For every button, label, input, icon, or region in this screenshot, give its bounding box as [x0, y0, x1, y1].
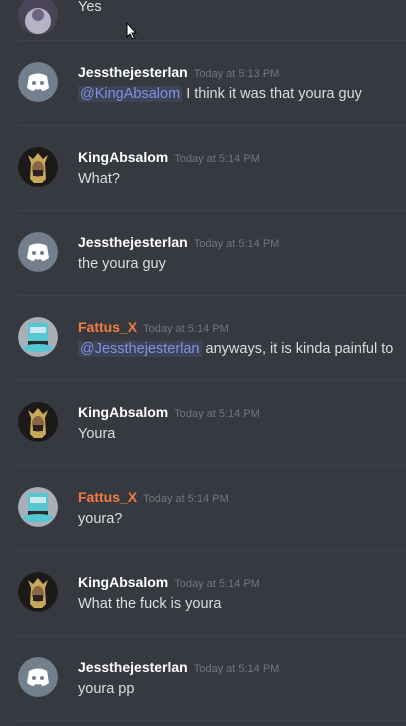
author-name[interactable]: KingAbsalom	[78, 404, 168, 420]
message-content: What the fuck is youra	[78, 596, 221, 612]
author-name[interactable]: Fattus_X	[78, 319, 137, 335]
message-content: youra?	[78, 511, 122, 527]
message-timestamp: Today at 5:14 PM	[143, 323, 229, 335]
message: KingAbsalom Today at 5:14 PM What?	[0, 125, 406, 210]
message-author[interactable]: KingAbsalom Today at 5:14 PM	[78, 574, 260, 590]
message-timestamp: Today at 5:14 PM	[143, 493, 229, 505]
message: KingAbsalom Today at 5:14 PM Youra	[0, 380, 406, 465]
message-text: the youra guy	[78, 256, 166, 272]
message-author[interactable]: Jessthejesterlan Today at 5:13 PM	[78, 64, 279, 80]
mouse-cursor-icon	[126, 22, 138, 40]
author-name[interactable]: Jessthejesterlan	[78, 234, 188, 250]
message-content: the youra guy	[78, 256, 166, 272]
author-name[interactable]: Jessthejesterlan	[78, 659, 188, 675]
message-text: youra pp	[78, 681, 135, 697]
hat-avatar[interactable]	[18, 487, 58, 527]
message: Fattus_X Today at 5:14 PM youra?	[0, 465, 406, 550]
message-partial: Yes	[0, 0, 406, 45]
message: KingAbsalom Today at 5:14 PM What the fuc…	[0, 550, 406, 635]
message-timestamp: Today at 5:14 PM	[174, 578, 260, 590]
message-timestamp: Today at 5:14 PM	[174, 408, 260, 420]
message: Jessthejesterlan Today at 5:14 PM youra p…	[0, 635, 406, 720]
message-text: What the fuck is youra	[78, 596, 222, 612]
message-timestamp: Today at 5:13 PM	[193, 68, 280, 80]
author-name[interactable]: KingAbsalom	[78, 149, 168, 165]
king-avatar[interactable]	[18, 572, 58, 612]
author-name[interactable]: Fattus_X	[78, 489, 137, 505]
message-text: I think it was that youra guy	[186, 86, 362, 102]
divider	[18, 720, 406, 721]
author-name[interactable]: Jessthejesterlan	[78, 64, 188, 80]
message-author[interactable]: Jessthejesterlan Today at 5:14 PM	[78, 659, 279, 675]
message: Fattus_X Today at 5:14 PM @Jessthejesterl…	[0, 295, 406, 380]
message-content: What?	[78, 171, 120, 187]
message-text: youra?	[78, 511, 123, 527]
message-text: Youra	[78, 426, 116, 442]
king-avatar[interactable]	[18, 402, 58, 442]
message-timestamp: Today at 5:14 PM	[193, 238, 280, 250]
message-author[interactable]: Fattus_X Today at 5:14 PM	[78, 489, 229, 505]
discord-logo-icon[interactable]	[18, 657, 58, 697]
message-content: @Jessthejesterlan anyways, it is kinda p…	[78, 341, 393, 357]
hat-avatar[interactable]	[18, 317, 58, 357]
user-mention[interactable]: @Jessthejesterlan	[78, 341, 202, 357]
king-avatar[interactable]	[18, 147, 58, 187]
message-text: anyways, it is kinda painful to	[205, 341, 394, 357]
avatar[interactable]	[18, 0, 58, 35]
message-author[interactable]: Jessthejesterlan Today at 5:14 PM	[78, 234, 279, 250]
message-content: @KingAbsalom I think it was that youra g…	[78, 86, 362, 102]
message-content: youra pp	[78, 681, 134, 697]
message-timestamp: Today at 5:14 PM	[174, 153, 260, 165]
discord-logo-icon[interactable]	[18, 62, 58, 102]
message-author[interactable]: KingAbsalom Today at 5:14 PM	[78, 149, 260, 165]
message-author[interactable]: Fattus_X Today at 5:14 PM	[78, 319, 229, 335]
author-name[interactable]: KingAbsalom	[78, 574, 168, 590]
message: Jessthejesterlan Today at 5:14 PM the you…	[0, 210, 406, 295]
message: Jessthejesterlan Today at 5:13 PM @KingAb…	[0, 40, 406, 125]
message-text: What?	[78, 171, 120, 187]
discord-logo-icon[interactable]	[18, 232, 58, 272]
message-timestamp: Today at 5:14 PM	[193, 663, 280, 675]
user-mention[interactable]: @KingAbsalom	[78, 86, 183, 102]
message-content: Youra	[78, 426, 115, 442]
message-author[interactable]: KingAbsalom Today at 5:14 PM	[78, 404, 260, 420]
message-content: Yes	[78, 0, 102, 15]
